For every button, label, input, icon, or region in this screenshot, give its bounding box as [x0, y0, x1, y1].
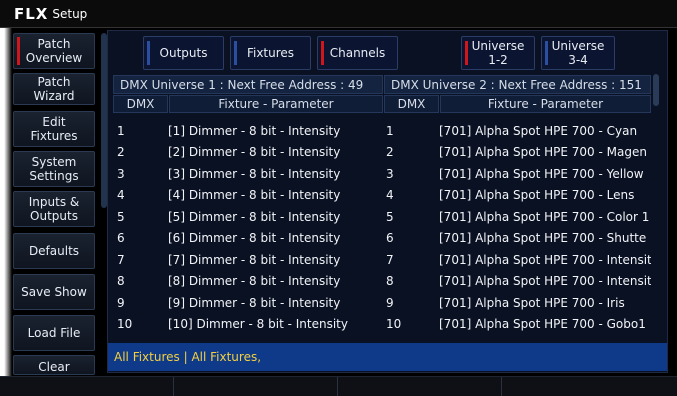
row-fixture-parameter[interactable]: [701] Alpha Spot HPE 700 - Shutte — [439, 228, 651, 249]
bezel-edge — [0, 28, 12, 378]
sidebar-item-defaults[interactable]: Defaults — [13, 233, 95, 269]
sidebar-item-edit-fixtures[interactable]: Edit Fixtures — [13, 111, 95, 147]
row-fixture-parameter[interactable]: [5] Dimmer - 8 bit - Intensity — [168, 206, 382, 227]
row-fixture-parameter[interactable]: [701] Alpha Spot HPE 700 - Yellow — [439, 163, 651, 184]
row-dmx-address[interactable]: 7 — [386, 249, 426, 270]
row-fixture-parameter[interactable]: [8] Dimmer - 8 bit - Intensity — [168, 271, 382, 292]
row-fixture-parameter[interactable]: [1] Dimmer - 8 bit - Intensity — [168, 120, 382, 141]
bottom-segment[interactable] — [502, 377, 677, 396]
row-dmx-address[interactable]: 3 — [386, 163, 426, 184]
row-fixture-parameter[interactable]: [701] Alpha Spot HPE 700 - Lens — [439, 185, 651, 206]
sidebar-scrollbar[interactable] — [101, 33, 107, 208]
sidebar-item-label: Patch Wizard — [33, 75, 75, 103]
active-indicator — [17, 37, 20, 65]
universe-3-4-button[interactable]: Universe 3-4 — [541, 36, 615, 70]
row-dmx-address[interactable]: 4 — [386, 185, 426, 206]
row-fixture-parameter[interactable]: [10] Dimmer - 8 bit - Intensity — [168, 314, 382, 335]
sidebar-item-save-show[interactable]: Save Show — [13, 274, 95, 310]
bottom-bar — [0, 376, 677, 396]
row-dmx-address[interactable]: 5 — [386, 206, 426, 227]
row-fixture-parameter[interactable]: [3] Dimmer - 8 bit - Intensity — [168, 163, 382, 184]
sidebar-item-label: Edit Fixtures — [30, 115, 78, 143]
row-dmx-address[interactable]: 2 — [386, 142, 426, 163]
tab-fixtures[interactable]: Fixtures — [230, 36, 311, 70]
universe-label: Universe 3-4 — [551, 39, 605, 67]
tab-outputs[interactable]: Outputs — [143, 36, 224, 70]
row-dmx-address[interactable]: 5 — [117, 206, 157, 227]
tab-indicator — [545, 41, 548, 65]
row-dmx-address[interactable]: 9 — [386, 292, 426, 313]
active-indicator — [321, 41, 324, 65]
tab-indicator — [234, 41, 237, 65]
row-dmx-address[interactable]: 10 — [117, 314, 157, 335]
row-dmx-address[interactable]: 6 — [117, 228, 157, 249]
row-fixture-parameter[interactable]: [9] Dimmer - 8 bit - Intensity — [168, 292, 382, 313]
universe-1-2-button[interactable]: Universe 1-2 — [461, 36, 535, 70]
row-dmx-address[interactable]: 9 — [117, 292, 157, 313]
sidebar-item-inputs-outputs[interactable]: Inputs & Outputs — [13, 191, 95, 227]
sidebar-item-label: Save Show — [21, 285, 87, 299]
bottom-segment[interactable] — [174, 377, 338, 396]
row-fixture-parameter[interactable]: [701] Alpha Spot HPE 700 - Color 1 — [439, 206, 651, 227]
row-dmx-address[interactable]: 1 — [386, 120, 426, 141]
tab-label: Outputs — [159, 46, 208, 60]
row-dmx-address[interactable]: 6 — [386, 228, 426, 249]
sidebar-item-label: Clear — [38, 360, 70, 374]
row-fixture-parameter[interactable]: [2] Dimmer - 8 bit - Intensity — [168, 142, 382, 163]
patch-panel: Outputs Fixtures Channels Universe 1-2 U… — [107, 30, 668, 373]
row-fixture-parameter[interactable]: [4] Dimmer - 8 bit - Intensity — [168, 185, 382, 206]
row-fixture-parameter[interactable]: [6] Dimmer - 8 bit - Intensity — [168, 228, 382, 249]
row-fixture-parameter[interactable]: [701] Alpha Spot HPE 700 - Gobo1 — [439, 314, 651, 335]
tab-channels[interactable]: Channels — [317, 36, 398, 70]
sidebar-item-label: System Settings — [29, 155, 79, 183]
screen: FLX Setup Patch Overview Patch Wizard Ed… — [0, 0, 677, 396]
row-dmx-address[interactable]: 3 — [117, 163, 157, 184]
row-fixture-parameter[interactable]: [701] Alpha Spot HPE 700 - Iris — [439, 292, 651, 313]
tab-label: Fixtures — [246, 46, 295, 60]
sidebar-item-system-settings[interactable]: System Settings — [13, 151, 95, 187]
sidebar-item-patch-wizard[interactable]: Patch Wizard — [13, 73, 95, 105]
universe-2-col-param: Fixture - Parameter — [440, 95, 651, 113]
status-bar: All Fixtures | All Fixtures, — [108, 343, 667, 371]
window-title: Setup — [52, 7, 88, 21]
sidebar-item-label: Inputs & Outputs — [28, 195, 80, 223]
row-dmx-address[interactable]: 4 — [117, 185, 157, 206]
tab-indicator — [147, 41, 150, 65]
row-dmx-address[interactable]: 2 — [117, 142, 157, 163]
row-fixture-parameter[interactable]: [7] Dimmer - 8 bit - Intensity — [168, 249, 382, 270]
row-dmx-address[interactable]: 8 — [386, 271, 426, 292]
bottom-segment[interactable] — [338, 377, 502, 396]
app-logo: FLX — [14, 5, 49, 23]
table-scrollbar[interactable] — [653, 74, 659, 106]
universe-1-col-dmx: DMX — [113, 95, 168, 113]
row-dmx-address[interactable]: 10 — [386, 314, 426, 335]
row-fixture-parameter[interactable]: [701] Alpha Spot HPE 700 - Magen — [439, 142, 651, 163]
universe-1-col-param: Fixture - Parameter — [169, 95, 383, 113]
sidebar-item-load-file[interactable]: Load File — [13, 315, 95, 351]
sidebar-item-patch-overview[interactable]: Patch Overview — [13, 33, 95, 69]
row-dmx-address[interactable]: 7 — [117, 249, 157, 270]
row-dmx-address[interactable]: 8 — [117, 271, 157, 292]
title-bar: FLX Setup — [0, 0, 677, 28]
bottom-segment[interactable] — [0, 377, 174, 396]
tab-label: Channels — [329, 46, 386, 60]
row-dmx-address[interactable]: 1 — [117, 120, 157, 141]
sidebar-item-label: Defaults — [28, 244, 80, 258]
row-fixture-parameter[interactable]: [701] Alpha Spot HPE 700 - Intensit — [439, 249, 651, 270]
row-fixture-parameter[interactable]: [701] Alpha Spot HPE 700 - Cyan — [439, 120, 651, 141]
sidebar-item-clear[interactable]: Clear — [13, 355, 95, 375]
row-fixture-parameter[interactable]: [701] Alpha Spot HPE 700 - Intensit — [439, 271, 651, 292]
sidebar-item-label: Load File — [27, 326, 81, 340]
universe-2-header: DMX Universe 2 : Next Free Address : 151 — [384, 75, 651, 94]
sidebar: Patch Overview Patch Wizard Edit Fixture… — [13, 33, 107, 375]
active-indicator — [465, 41, 468, 65]
universe-label: Universe 1-2 — [471, 39, 525, 67]
universe-2-col-dmx: DMX — [384, 95, 439, 113]
sidebar-item-label: Patch Overview — [25, 37, 83, 65]
universe-1-header: DMX Universe 1 : Next Free Address : 49 — [113, 75, 383, 94]
